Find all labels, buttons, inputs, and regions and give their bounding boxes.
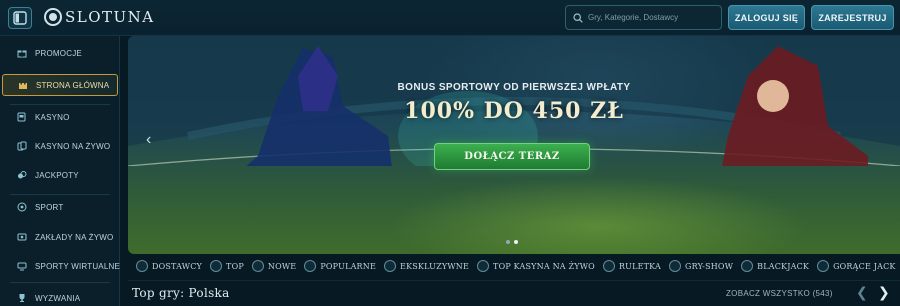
sidebar-item-label: SPORT [35, 202, 64, 212]
category-icon [602, 260, 615, 272]
search-input[interactable] [588, 13, 718, 22]
category-top-kasyna-na-zywo[interactable]: TOP KASYNA NA ŻYWO [477, 260, 595, 272]
sidebar-item-label: PROMOCJE [35, 48, 82, 58]
panel-icon [13, 11, 27, 25]
brand-logo[interactable]: SLOTUNA [44, 8, 155, 26]
category-icon [210, 260, 223, 272]
promo-banner[interactable]: ‹ BONUS SPORTOWY OD PIERWSZEJ WPŁATY 100… [128, 36, 900, 254]
sidebar-item-label: KASYNO [35, 112, 70, 122]
sidebar-item-label: STRONA GŁÓWNA [36, 80, 110, 90]
category-dostawcy[interactable]: DOSTAWCY [136, 260, 202, 272]
sidebar-item-label: WYZWANIA [35, 293, 81, 303]
top-games-section: Top gry: Polska ZOBACZ WSZYSTKO (543) ❮ … [128, 280, 900, 306]
category-icon [251, 260, 264, 272]
banner-headline: 100% DO 450 ZŁ [404, 98, 624, 124]
sidebar-item-label: KASYNO NA ŻYWO [35, 141, 111, 151]
category-label: NOWE [267, 261, 297, 271]
carousel-prev-icon[interactable]: ❮ [856, 284, 868, 301]
sidebar-divider [10, 194, 110, 195]
carousel-next-icon[interactable]: ❯ [878, 284, 890, 301]
category-bar: DOSTAWCY TOP NOWE POPULARNE EKSKLUZYWNE … [128, 256, 900, 276]
slot-machine-icon [17, 112, 27, 122]
category-nowe[interactable]: NOWE [251, 260, 297, 272]
category-icon [741, 260, 754, 272]
register-button[interactable]: ZAREJESTRUJ [811, 5, 894, 30]
trophy-icon [17, 293, 27, 303]
category-icon [477, 260, 490, 272]
virtual-sport-icon [17, 261, 27, 271]
sidebar-item-sport[interactable]: SPORT [0, 196, 120, 218]
category-label: DOSTAWCY [152, 261, 203, 271]
sidebar-item-strona-glowna[interactable]: STRONA GŁÓWNA [2, 74, 118, 96]
search-box[interactable] [565, 5, 722, 30]
category-label: TOP KASYNA NA ŻYWO [493, 261, 595, 271]
sidebar-item-label: ZAKŁADY NA ŻYWO [35, 232, 114, 242]
category-label: RULETKA [618, 261, 661, 271]
banner-subtitle: BONUS SPORTOWY OD PIERWSZEJ WPŁATY [397, 82, 631, 93]
top-header: SLOTUNA ZALOGUJ SIĘ ZAREJESTRUJ [0, 0, 900, 36]
gift-icon [17, 48, 27, 58]
category-icon [817, 260, 830, 272]
sidebar-item-label: JACKPOTY [35, 170, 79, 180]
logo-mark-icon [44, 8, 62, 26]
category-blackjack[interactable]: BLACKJACK [741, 260, 809, 272]
sidebar-item-promocje[interactable]: PROMOCJE [0, 42, 120, 64]
top-games-title: Top gry: Polska [132, 286, 230, 300]
sidebar-item-jackpoty[interactable]: JACKPOTY [0, 164, 120, 186]
live-bet-icon [17, 232, 27, 242]
sidebar-nav: PROMOCJE STRONA GŁÓWNA KASYNO KASYNO NA … [0, 36, 120, 306]
category-ekskluzywne[interactable]: EKSKLUZYWNE [384, 260, 469, 272]
category-gorace-jackpoty[interactable]: GORĄCE JACK [817, 260, 896, 272]
join-now-button[interactable]: DOŁĄCZ TERAZ [434, 143, 590, 170]
sidebar-item-zaklady-na-zywo[interactable]: ZAKŁADY NA ŻYWO [0, 226, 120, 248]
category-label: TOP [226, 261, 244, 271]
category-top[interactable]: TOP [210, 260, 244, 272]
sidebar-divider [10, 282, 110, 283]
sidebar-item-label: SPORTY WIRTUALNE [35, 261, 120, 271]
category-popularne[interactable]: POPULARNE [304, 260, 376, 272]
sidebar-toggle-button[interactable] [8, 7, 32, 29]
ball-icon [17, 202, 27, 212]
sidebar-item-wyzwania[interactable]: WYZWANIA [0, 287, 120, 306]
category-label: POPULARNE [320, 261, 377, 271]
sidebar-item-kasyno-na-zywo[interactable]: KASYNO NA ŻYWO [0, 135, 120, 157]
sidebar-item-kasyno[interactable]: KASYNO [0, 106, 120, 128]
castle-icon [18, 80, 28, 90]
category-gry-show[interactable]: GRY-SHOW [669, 260, 733, 272]
category-label: GORĄCE JACK [833, 261, 896, 271]
category-label: BLACKJACK [757, 261, 810, 271]
sidebar-item-sporty-wirtualne[interactable]: SPORTY WIRTUALNE [0, 255, 120, 277]
category-icon [304, 260, 317, 272]
coins-icon [17, 170, 27, 180]
category-ruletka[interactable]: RULETKA [602, 260, 661, 272]
see-all-link[interactable]: ZOBACZ WSZYSTKO (543) [726, 289, 833, 298]
category-label: GRY-SHOW [685, 261, 734, 271]
sidebar-divider [10, 104, 110, 105]
slide-dot-active[interactable] [514, 240, 518, 244]
category-icon [384, 260, 397, 272]
banner-prev-arrow[interactable]: ‹ [146, 131, 151, 149]
category-icon [136, 260, 148, 272]
slide-dot[interactable] [506, 240, 510, 244]
search-icon [573, 12, 583, 23]
brand-name: SLOTUNA [65, 8, 155, 26]
category-label: EKSKLUZYWNE [400, 261, 470, 271]
login-button[interactable]: ZALOGUJ SIĘ [728, 5, 805, 30]
cards-icon [17, 141, 27, 151]
category-icon [669, 260, 681, 272]
slide-indicators [506, 240, 518, 244]
